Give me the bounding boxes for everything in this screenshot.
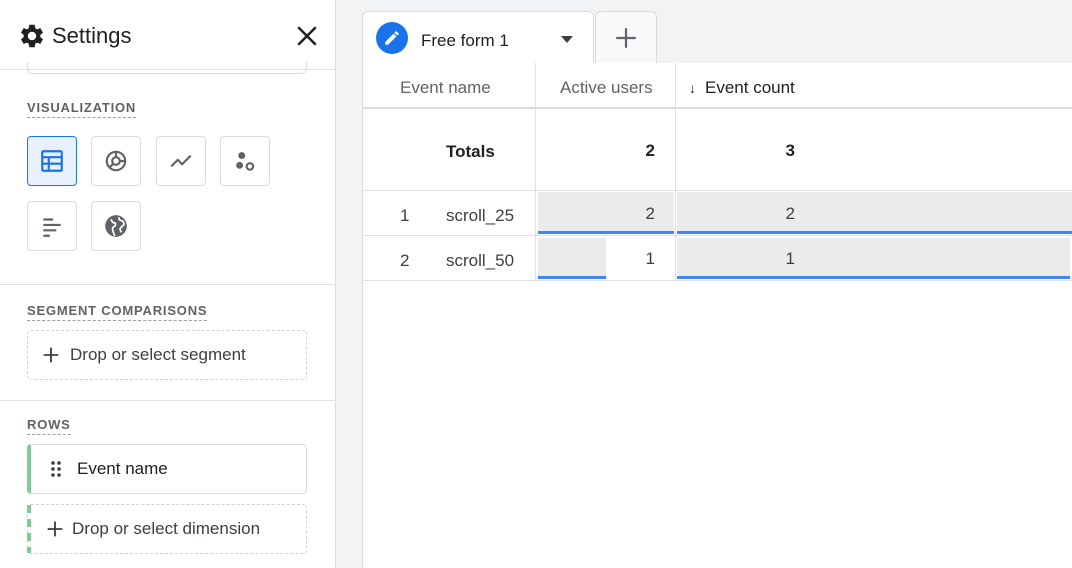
row-event-name: scroll_50 xyxy=(446,251,515,270)
event-count-bar-line xyxy=(677,276,1070,279)
totals-event-count: 3 xyxy=(785,141,795,160)
settings-title: Settings xyxy=(52,23,132,48)
settings-panel: Settings VISUALIZATION SEGMENT COMPARISO… xyxy=(0,0,336,568)
row-dimension-label: Event name xyxy=(77,459,168,478)
rows-label: ROWS xyxy=(27,417,71,435)
event-count-bar-line xyxy=(677,231,1072,234)
column-header-event-count[interactable]: Event count xyxy=(705,78,795,98)
plus-icon xyxy=(43,347,59,363)
bar-viz-button[interactable] xyxy=(27,201,77,251)
tab-label: Free form 1 xyxy=(421,31,509,50)
geo-viz-button[interactable] xyxy=(91,201,141,251)
row-active-users: 1 xyxy=(645,249,655,268)
line-chart-icon xyxy=(170,154,192,168)
column-header-active-users[interactable]: Active users xyxy=(560,78,653,98)
add-tab-button[interactable] xyxy=(595,11,657,63)
header-divider xyxy=(363,107,1072,109)
dimension-drop-zone[interactable]: Drop or select dimension xyxy=(27,504,307,554)
plus-icon xyxy=(616,27,636,48)
tab-free-form-1[interactable]: Free form 1 xyxy=(362,11,594,63)
row-divider xyxy=(363,280,1072,281)
column-separator xyxy=(675,63,676,280)
dimension-drop-label: Drop or select dimension xyxy=(72,519,261,538)
visualization-label: VISUALIZATION xyxy=(27,100,137,118)
scrolled-card-edge xyxy=(27,62,307,74)
row-active-users: 2 xyxy=(645,204,655,223)
row-divider xyxy=(363,235,1072,236)
active-users-bar-line xyxy=(538,276,606,279)
gear-icon xyxy=(21,24,43,48)
donut-viz-button[interactable] xyxy=(91,136,141,186)
free-form-table: Event name Active users ↓ Event count To… xyxy=(362,63,1072,568)
bar-chart-icon xyxy=(43,218,61,237)
drag-handle-icon[interactable] xyxy=(47,460,65,478)
totals-active-users: 2 xyxy=(645,141,655,160)
section-divider xyxy=(0,400,336,401)
row-index: 1 xyxy=(400,206,410,225)
section-divider xyxy=(0,284,336,285)
row-event-count: 1 xyxy=(785,249,795,268)
globe-icon xyxy=(105,215,127,237)
row-dimension-chip[interactable]: Event name xyxy=(27,444,307,494)
segment-drop-zone[interactable]: Drop or select segment xyxy=(27,330,307,380)
column-header-event-name[interactable]: Event name xyxy=(400,78,491,98)
line-viz-button[interactable] xyxy=(156,136,206,186)
table-icon xyxy=(41,150,63,172)
settings-header: Settings xyxy=(0,0,336,70)
sort-desc-icon[interactable]: ↓ xyxy=(689,78,696,98)
plus-icon xyxy=(47,521,63,537)
segment-comparisons-label: SEGMENT COMPARISONS xyxy=(27,303,208,321)
totals-label: Totals xyxy=(446,142,495,161)
scatter-viz-button[interactable] xyxy=(220,136,270,186)
column-separator xyxy=(535,63,536,280)
row-event-count: 2 xyxy=(785,204,795,223)
active-users-bar-line xyxy=(538,231,674,234)
close-icon[interactable] xyxy=(292,21,322,51)
row-event-name: scroll_25 xyxy=(446,206,515,225)
segment-drop-label: Drop or select segment xyxy=(70,345,246,364)
row-index: 2 xyxy=(400,251,410,270)
donut-chart-icon xyxy=(105,150,127,172)
pencil-icon xyxy=(385,31,399,45)
table-viz-button[interactable] xyxy=(27,136,77,186)
edit-tab-button[interactable] xyxy=(376,22,408,54)
row-divider xyxy=(363,190,1072,191)
caret-down-icon[interactable] xyxy=(559,33,575,45)
scatter-plot-icon xyxy=(236,152,255,171)
